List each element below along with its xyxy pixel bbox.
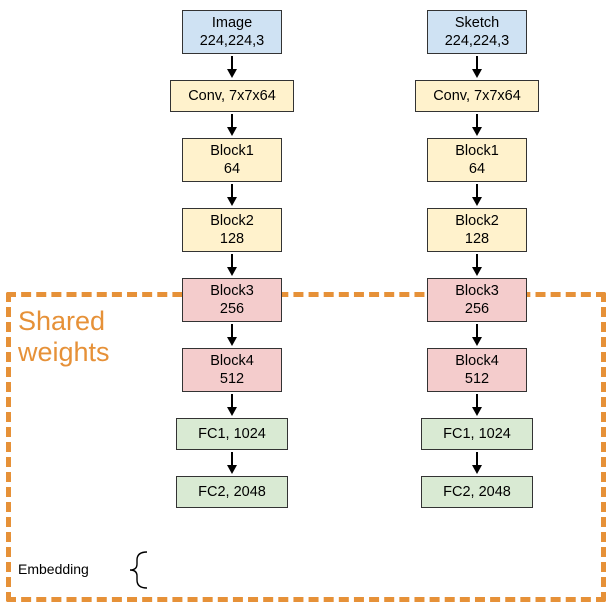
arrow-icon <box>227 392 237 418</box>
block-name: Block3 <box>210 282 254 300</box>
block-name: Block1 <box>210 142 254 160</box>
arrow-icon <box>472 322 482 348</box>
input-sketch: Sketch 224,224,3 <box>427 10 527 54</box>
arrow-icon <box>227 450 237 476</box>
block-channels: 256 <box>465 300 489 318</box>
input-title: Image <box>212 14 252 32</box>
block2: Block2 128 <box>182 208 282 252</box>
block3: Block3 256 <box>427 278 527 322</box>
block-name: Block4 <box>210 352 254 370</box>
block1: Block1 64 <box>427 138 527 182</box>
input-image: Image 224,224,3 <box>182 10 282 54</box>
block-channels: 256 <box>220 300 244 318</box>
fc-label: FC1, 1024 <box>443 425 511 443</box>
input-title: Sketch <box>455 14 499 32</box>
block-channels: 512 <box>465 370 489 388</box>
block3: Block3 256 <box>182 278 282 322</box>
block1: Block1 64 <box>182 138 282 182</box>
arrow-icon <box>472 112 482 138</box>
block-name: Block3 <box>455 282 499 300</box>
image-branch: Image 224,224,3 Conv, 7x7x64 Block1 64 B… <box>170 10 294 508</box>
input-dims: 224,224,3 <box>200 32 265 50</box>
fc1: FC1, 1024 <box>421 418 533 450</box>
arrow-icon <box>472 392 482 418</box>
fc2-embedding: FC2, 2048 <box>176 476 288 508</box>
input-dims: 224,224,3 <box>445 32 510 50</box>
sketch-branch: Sketch 224,224,3 Conv, 7x7x64 Block1 64 … <box>415 10 539 508</box>
shared-weights-label: Shared weights <box>18 306 110 368</box>
fc2-embedding: FC2, 2048 <box>421 476 533 508</box>
arrow-icon <box>227 182 237 208</box>
block-name: Block2 <box>210 212 254 230</box>
fc-label: FC2, 2048 <box>443 483 511 501</box>
block-name: Block2 <box>455 212 499 230</box>
fc-label: FC2, 2048 <box>198 483 266 501</box>
block-channels: 64 <box>469 160 485 178</box>
arrow-icon <box>472 450 482 476</box>
block-channels: 128 <box>220 230 244 248</box>
block-name: Block1 <box>455 142 499 160</box>
arrow-icon <box>227 54 237 80</box>
arrow-icon <box>227 252 237 278</box>
shared-label-line2: weights <box>18 337 110 367</box>
arrow-icon <box>227 112 237 138</box>
block4: Block4 512 <box>427 348 527 392</box>
arrow-icon <box>227 322 237 348</box>
conv-layer: Conv, 7x7x64 <box>170 80 294 112</box>
block4: Block4 512 <box>182 348 282 392</box>
conv-label: Conv, 7x7x64 <box>433 87 521 105</box>
embedding-label: Embedding <box>18 561 89 577</box>
siamese-architecture-diagram: Shared weights Image 224,224,3 Conv, 7x7… <box>0 0 614 614</box>
fc-label: FC1, 1024 <box>198 425 266 443</box>
arrow-icon <box>472 182 482 208</box>
block-channels: 512 <box>220 370 244 388</box>
block-channels: 64 <box>224 160 240 178</box>
block2: Block2 128 <box>427 208 527 252</box>
block-channels: 128 <box>465 230 489 248</box>
conv-layer: Conv, 7x7x64 <box>415 80 539 112</box>
fc1: FC1, 1024 <box>176 418 288 450</box>
arrow-icon <box>472 252 482 278</box>
conv-label: Conv, 7x7x64 <box>188 87 276 105</box>
block-name: Block4 <box>455 352 499 370</box>
shared-label-line1: Shared <box>18 306 105 336</box>
arrow-icon <box>472 54 482 80</box>
